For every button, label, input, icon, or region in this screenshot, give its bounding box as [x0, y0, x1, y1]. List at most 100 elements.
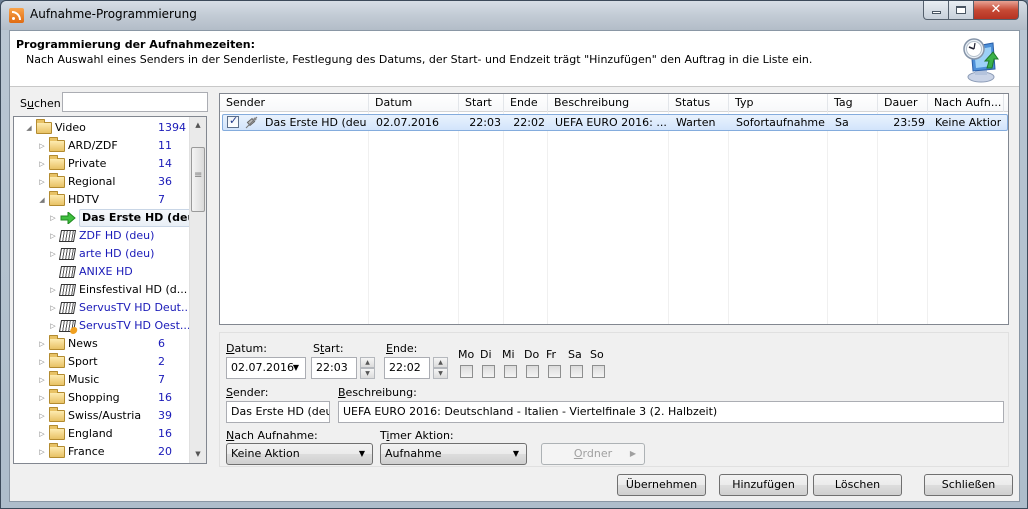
- collapse-icon[interactable]: ◢: [37, 191, 47, 209]
- tree-item[interactable]: ▷ Sport 2: [14, 353, 190, 371]
- chevron-down-icon[interactable]: ▼: [293, 358, 299, 378]
- delete-button[interactable]: Löschen: [813, 474, 902, 496]
- ordner-button[interactable]: Ordner ▶: [541, 443, 645, 465]
- expand-icon[interactable]: ▷: [48, 317, 58, 335]
- column-header[interactable]: Nach Aufn...: [928, 94, 1004, 112]
- column-header[interactable]: Typ: [729, 94, 828, 112]
- table-row[interactable]: Das Erste HD (deu) 02.07.2016 22:03 22:02 UE…: [222, 114, 1008, 131]
- expand-icon[interactable]: ▷: [37, 425, 47, 443]
- tree-item[interactable]: ANIXE HD: [14, 263, 190, 281]
- row-checkbox[interactable]: [227, 114, 239, 128]
- expand-icon[interactable]: ▷: [48, 245, 58, 263]
- timer-list[interactable]: Sender Datum Start Ende Beschreibung Status Ty…: [219, 93, 1009, 325]
- add-button[interactable]: Hinzufügen: [719, 474, 808, 496]
- tree-item[interactable]: ▷ Einsfestival HD (d...: [14, 281, 190, 299]
- spin-up-icon[interactable]: ▲: [433, 357, 448, 368]
- scroll-thumb[interactable]: [191, 147, 205, 212]
- expand-icon[interactable]: ▷: [37, 137, 47, 155]
- column-header[interactable]: Datum: [369, 94, 459, 112]
- tree-item-label: Swiss/Austria: [68, 409, 142, 422]
- spin-up-icon[interactable]: ▲: [360, 357, 375, 368]
- expand-icon[interactable]: ▷: [37, 443, 47, 461]
- end-time-spinner[interactable]: ▲ ▼: [433, 357, 448, 379]
- tree-item[interactable]: ▷ Das Erste HD (deu): [14, 209, 204, 227]
- tree-item[interactable]: ▷ ServusTV HD Deut...: [14, 299, 191, 317]
- weekday-checkbox-so[interactable]: [592, 365, 605, 378]
- datum-picker[interactable]: 02.07.2016 ▼: [226, 357, 306, 379]
- column-header[interactable]: Dauer: [878, 94, 928, 112]
- folder-icon: [49, 443, 65, 458]
- column-divider: [927, 112, 928, 324]
- tree-scrollbar[interactable]: ▲ ▼: [189, 117, 206, 463]
- expand-icon[interactable]: ▷: [37, 371, 47, 389]
- search-input[interactable]: [62, 92, 208, 112]
- spin-down-icon[interactable]: ▼: [433, 368, 448, 379]
- folder-icon: [49, 173, 65, 188]
- channel-tree[interactable]: ▷ France 20 ▷ England 16 ▷ Swiss/Austria 39 ▷ Shop…: [13, 116, 207, 464]
- tree-item[interactable]: ◢ Video 1394: [14, 119, 190, 137]
- title-bar[interactable]: Aufnahme-Programmierung ✕: [1, 1, 1027, 30]
- expand-icon[interactable]: ▷: [37, 173, 47, 191]
- end-time-input[interactable]: 22:02: [384, 357, 430, 379]
- scroll-up-icon[interactable]: ▲: [190, 117, 206, 134]
- tree-item[interactable]: ◢ HDTV 7: [14, 191, 190, 209]
- scroll-down-icon[interactable]: ▼: [190, 446, 206, 463]
- datum-label: Datum:: [226, 342, 267, 355]
- expand-icon[interactable]: ▷: [48, 299, 58, 317]
- weekday-checkbox-mi[interactable]: [504, 365, 517, 378]
- timer-aktion-select[interactable]: Aufnahme ▼: [380, 443, 527, 465]
- tree-item[interactable]: ▷ News 6: [14, 335, 190, 353]
- start-time-input[interactable]: 22:03: [311, 357, 357, 379]
- tree-item-label: France: [68, 445, 105, 458]
- tree-item-count: 1394: [158, 121, 186, 134]
- column-header[interactable]: Tag: [828, 94, 878, 112]
- expand-icon[interactable]: ▷: [37, 353, 47, 371]
- expand-icon[interactable]: ▷: [48, 227, 58, 245]
- weekday-checkbox-fr[interactable]: [548, 365, 561, 378]
- apply-button[interactable]: Übernehmen: [617, 474, 706, 496]
- column-header[interactable]: Status: [669, 94, 729, 112]
- tree-item[interactable]: ▷ Regional 36: [14, 173, 190, 191]
- maximize-button[interactable]: [949, 1, 974, 20]
- expand-icon[interactable]: ▷: [48, 209, 58, 227]
- expand-icon[interactable]: ▷: [37, 389, 47, 407]
- column-divider: [503, 112, 504, 324]
- sender-value: Das Erste HD (deu): [231, 405, 330, 418]
- weekday-checkbox-mo[interactable]: [460, 365, 473, 378]
- minimize-button[interactable]: [923, 1, 949, 20]
- tree-item[interactable]: ▷ Music 7: [14, 371, 190, 389]
- weekday-checkbox-di[interactable]: [482, 365, 495, 378]
- tree-item[interactable]: ▷ Shopping 16: [14, 389, 190, 407]
- column-header[interactable]: Start: [459, 94, 504, 112]
- expand-icon[interactable]: ▷: [37, 335, 47, 353]
- tree-item[interactable]: ▷ Private 14: [14, 155, 190, 173]
- tree-item[interactable]: ▷ Swiss/Austria 39: [14, 407, 190, 425]
- spin-down-icon[interactable]: ▼: [360, 368, 375, 379]
- end-time-value: 22:02: [389, 361, 421, 374]
- column-header[interactable]: Sender: [220, 94, 369, 112]
- tree-item[interactable]: ▷ England 16: [14, 425, 190, 443]
- window: Aufnahme-Programmierung ✕ Programmierung…: [0, 0, 1028, 509]
- folder-icon: [49, 335, 65, 350]
- tree-item[interactable]: ▷ ZDF HD (deu): [14, 227, 190, 245]
- tree-item[interactable]: ▷ ARD/ZDF 11: [14, 137, 190, 155]
- beschreibung-input[interactable]: UEFA EURO 2016: Deutschland - Italien - …: [338, 401, 1004, 423]
- minimize-icon: [932, 11, 941, 14]
- weekday-checkbox-sa[interactable]: [570, 365, 583, 378]
- nach-aufnahme-select[interactable]: Keine Aktion ▼: [226, 443, 373, 465]
- expand-icon[interactable]: ▷: [37, 155, 47, 173]
- weekday-checkbox-do[interactable]: [526, 365, 539, 378]
- collapse-icon[interactable]: ◢: [24, 119, 34, 137]
- tree-item[interactable]: ▷ arte HD (deu): [14, 245, 190, 263]
- timer-aktion-value: Aufnahme: [385, 447, 442, 460]
- close-window-button[interactable]: ✕: [974, 1, 1019, 20]
- close-button[interactable]: Schließen: [924, 474, 1013, 496]
- start-time-spinner[interactable]: ▲ ▼: [360, 357, 375, 379]
- tree-item[interactable]: ▷ France 20: [14, 443, 190, 461]
- column-header[interactable]: Ende: [504, 94, 548, 112]
- expand-icon[interactable]: ▷: [37, 407, 47, 425]
- sender-field[interactable]: Das Erste HD (deu): [226, 401, 330, 423]
- expand-icon[interactable]: ▷: [48, 281, 58, 299]
- column-header[interactable]: Beschreibung: [548, 94, 669, 112]
- tree-item[interactable]: ▷ ServusTV HD Oest...: [14, 317, 190, 335]
